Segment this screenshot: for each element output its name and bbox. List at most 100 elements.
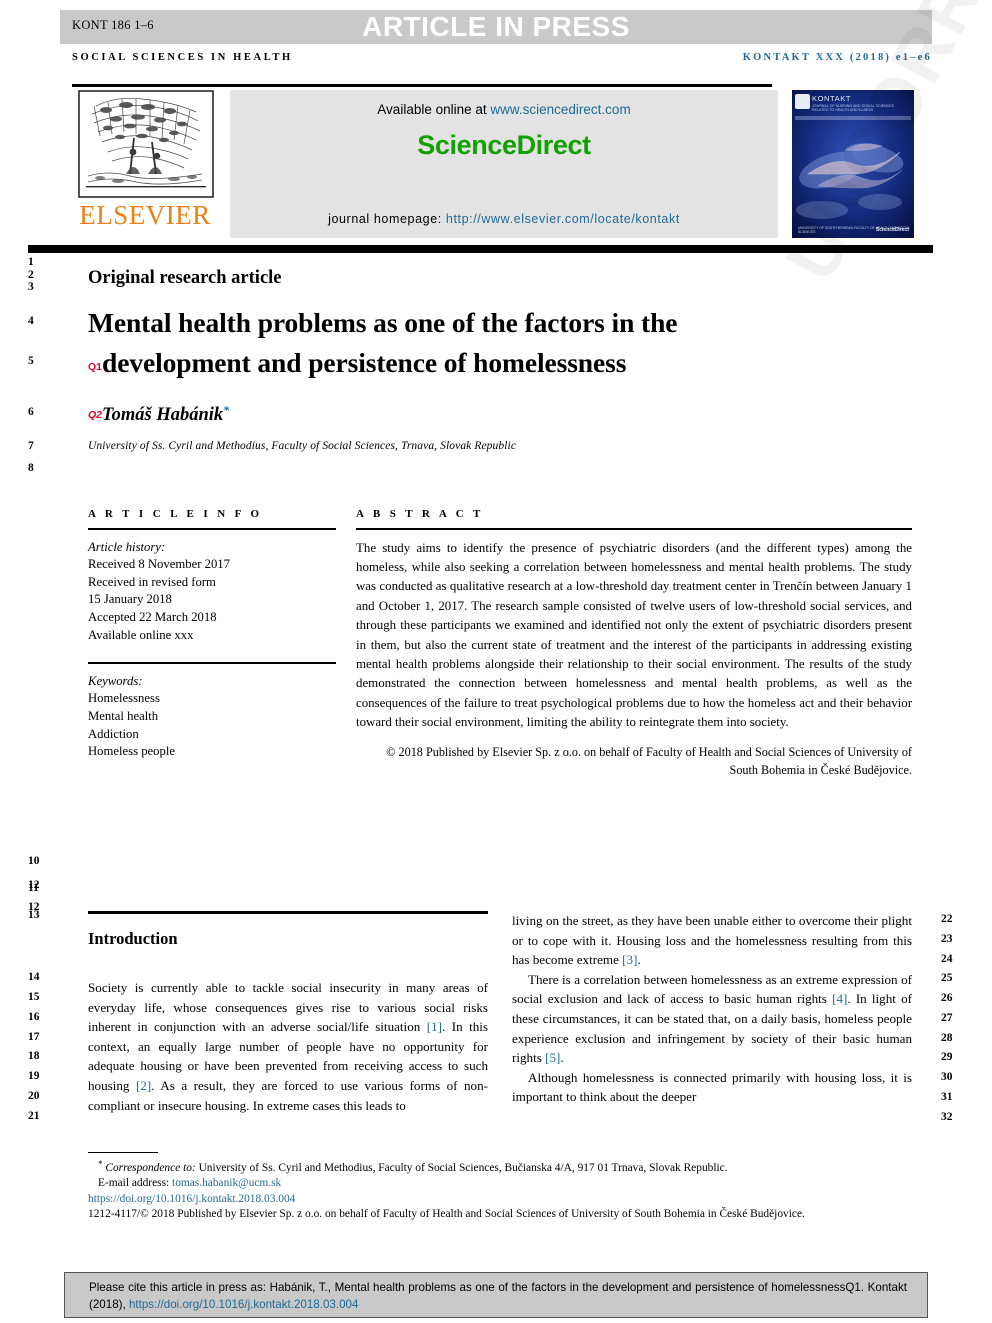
query-tag-q2: Q2 bbox=[88, 409, 103, 421]
article-info-rule bbox=[88, 528, 336, 530]
left-column-rule bbox=[88, 911, 488, 914]
masthead-bottom-rule bbox=[28, 245, 933, 253]
article-type-kicker: Original research article bbox=[88, 268, 282, 288]
line-number: 14 bbox=[28, 971, 40, 983]
cover-sciencedirect-mark: ScienceDirect bbox=[875, 227, 909, 233]
introduction-paragraph-right-1: living on the street, as they have been … bbox=[512, 913, 912, 968]
journal-homepage-link[interactable]: http://www.elsevier.com/locate/kontakt bbox=[446, 212, 680, 226]
line-number: 8 bbox=[28, 462, 34, 474]
section-heading-introduction: Introduction bbox=[88, 929, 178, 948]
journal-homepage-label: journal homepage: bbox=[328, 212, 446, 226]
line-number: 25 bbox=[941, 972, 953, 984]
author-affiliation: University of Ss. Cyril and Methodius, F… bbox=[88, 440, 517, 452]
journal-homepage-line: journal homepage: http://www.elsevier.co… bbox=[230, 212, 778, 226]
keyword-item: Mental health bbox=[88, 708, 159, 723]
body-right-column: living on the street, as they have been … bbox=[512, 911, 912, 1107]
line-number: 13 bbox=[28, 909, 40, 921]
elsevier-tree-icon bbox=[78, 90, 214, 198]
email-label: E-mail address: bbox=[98, 1177, 170, 1190]
article-history-label: Article history: bbox=[88, 539, 166, 554]
line-number: 28 bbox=[941, 1032, 953, 1044]
journal-band: SOCIAL SCIENCES IN HEALTH KONTAKT XXX (2… bbox=[72, 52, 932, 74]
line-number: 3 bbox=[28, 281, 34, 293]
article-history-item: Received 8 November 2017 bbox=[88, 557, 230, 572]
correspondence-label: Correspondence to: bbox=[105, 1162, 196, 1174]
article-history-item: Received in revised form bbox=[88, 574, 216, 589]
available-online-prefix: Available online at bbox=[377, 102, 491, 117]
line-number: 32 bbox=[941, 1111, 953, 1123]
doi-link[interactable]: https://doi.org/10.1016/j.kontakt.2018.0… bbox=[88, 1193, 295, 1205]
cover-university-seal bbox=[795, 94, 810, 109]
line-number: 30 bbox=[941, 1071, 953, 1083]
line-number: 18 bbox=[28, 1050, 40, 1062]
please-cite-doi-link[interactable]: https://doi.org/10.1016/j.kontakt.2018.0… bbox=[129, 1298, 358, 1311]
introduction-paragraph-left: Society is currently able to tackle soci… bbox=[88, 980, 488, 1113]
available-online-line: Available online at www.sciencedirect.co… bbox=[230, 102, 778, 117]
article-in-press-banner: ARTICLE IN PRESS bbox=[60, 10, 932, 44]
sciencedirect-link[interactable]: www.sciencedirect.com bbox=[490, 102, 630, 117]
masthead: ELSEVIER Available online at www.science… bbox=[72, 88, 932, 238]
keywords-block: Keywords: Homelessness Mental health Add… bbox=[88, 673, 336, 761]
line-number: 7 bbox=[28, 440, 34, 452]
title-line-2: development and persistence of homelessn… bbox=[102, 347, 627, 378]
journal-section-label: SOCIAL SCIENCES IN HEALTH bbox=[72, 52, 293, 63]
please-cite-text-wrapper: Please cite this article in press as: Ha… bbox=[89, 1280, 907, 1313]
article-in-press-label: ARTICLE IN PRESS bbox=[362, 11, 630, 42]
abstract-column: A B S T R A C T The study aims to identi… bbox=[356, 508, 912, 780]
doi-line: https://doi.org/10.1016/j.kontakt.2018.0… bbox=[88, 1192, 912, 1207]
line-number: 23 bbox=[941, 933, 953, 945]
line-number: 24 bbox=[941, 953, 953, 965]
abstract-rule bbox=[356, 528, 912, 530]
line-number: 16 bbox=[28, 1011, 40, 1023]
line-number: 10 bbox=[28, 855, 40, 867]
body-left-column: Introduction Society is currently able t… bbox=[88, 920, 488, 1115]
line-number: 31 bbox=[941, 1091, 953, 1103]
footnote-rule bbox=[88, 1152, 158, 1154]
journal-cover-thumbnail: KONTAKT JOURNAL OF NURSING AND SOCIAL SC… bbox=[792, 90, 914, 238]
query-tag-q1: Q1 bbox=[88, 361, 103, 373]
issn-copyright-line: 1212-4117/© 2018 Published by Elsevier S… bbox=[88, 1208, 805, 1221]
correspondence-line: * Correspondence to: University of Ss. C… bbox=[98, 1157, 912, 1176]
line-number: 22 bbox=[941, 913, 953, 925]
keyword-item: Homelessness bbox=[88, 691, 160, 706]
correspondence-marker: * bbox=[98, 1159, 103, 1169]
article-history-item: Accepted 22 March 2018 bbox=[88, 609, 217, 624]
author-name: Tomáš Habánik bbox=[102, 405, 224, 425]
email-link[interactable]: tomas.habanik@ucm.sk bbox=[172, 1177, 281, 1189]
introduction-paragraph-right-2: There is a correlation between homelessn… bbox=[512, 971, 912, 1066]
corresponding-author-marker: * bbox=[223, 403, 230, 417]
line-number: 2 bbox=[28, 269, 34, 281]
journal-reference: KONTAKT XXX (2018) e1–e6 bbox=[742, 52, 932, 63]
line-number: 29 bbox=[941, 1051, 953, 1063]
line-number: 20 bbox=[28, 1090, 40, 1102]
article-history-block: Article history: Received 8 November 201… bbox=[88, 539, 336, 645]
abstract-copyright: © 2018 Published by Elsevier Sp. z o.o. … bbox=[386, 744, 912, 778]
line-number: 6 bbox=[28, 406, 34, 418]
article-info-column: A R T I C L E I N F O Article history: R… bbox=[88, 508, 336, 761]
sciencedirect-box: Available online at www.sciencedirect.co… bbox=[230, 90, 778, 238]
elsevier-wordmark: ELSEVIER bbox=[79, 200, 211, 230]
line-number: 27 bbox=[941, 1012, 953, 1024]
sciencedirect-wordmark: ScienceDirect bbox=[417, 130, 591, 160]
cover-journal-subtitle: JOURNAL OF NURSING AND SOCIAL SCIENCES R… bbox=[812, 104, 895, 113]
footnote-block: * Correspondence to: University of Ss. C… bbox=[88, 1157, 912, 1223]
line-number: 21 bbox=[28, 1110, 40, 1122]
article-history-item: 15 January 2018 bbox=[88, 592, 172, 607]
masthead-top-rule bbox=[72, 84, 772, 87]
line-number: 15 bbox=[28, 991, 40, 1003]
article-history-item: Available online xxx bbox=[88, 627, 194, 642]
abstract-heading: A B S T R A C T bbox=[356, 508, 484, 520]
keywords-label: Keywords: bbox=[88, 673, 143, 688]
line-number: 1 bbox=[28, 256, 34, 268]
article-info-heading: A R T I C L E I N F O bbox=[88, 508, 263, 520]
elsevier-logo: ELSEVIER bbox=[72, 88, 220, 238]
cover-strip bbox=[795, 116, 911, 120]
author-byline: Q2Tomáš Habánik* bbox=[88, 403, 229, 426]
email-line: E-mail address: tomas.habanik@ucm.sk bbox=[98, 1176, 912, 1191]
page-title: Mental health problems as one of the fac… bbox=[88, 303, 888, 387]
line-number: 26 bbox=[941, 992, 953, 1004]
abstract-body: The study aims to identify the presence … bbox=[356, 540, 912, 730]
line-number: 19 bbox=[28, 1070, 40, 1082]
keywords-rule bbox=[88, 662, 336, 664]
line-number: 12 bbox=[28, 879, 40, 891]
